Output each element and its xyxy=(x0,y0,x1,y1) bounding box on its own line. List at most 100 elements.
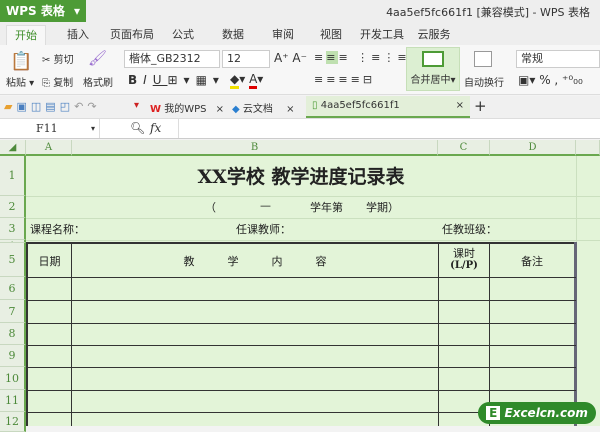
number-format-select[interactable]: 常规 xyxy=(516,50,600,68)
sheet-file-icon: ▯ xyxy=(312,100,318,111)
tab-formula[interactable]: 公式 xyxy=(168,25,198,45)
print-preview-icon[interactable]: ◫ xyxy=(31,100,45,113)
row-header[interactable]: 1 xyxy=(0,156,26,196)
doc-tab-my-wps[interactable]: W 我的WPS × xyxy=(150,100,224,115)
row-header[interactable]: 10 xyxy=(0,367,26,390)
watermark-logo: E Excelcn.com xyxy=(478,402,596,424)
close-icon[interactable]: × xyxy=(456,100,464,111)
fill-color-icon[interactable]: ◆▾ A▾ xyxy=(230,72,263,89)
header-lp: (L/P) xyxy=(450,260,478,271)
brush-icon: 🖌 xyxy=(88,49,108,67)
subtitle-open: （ xyxy=(205,201,216,214)
tab-review[interactable]: 审阅 xyxy=(268,25,298,45)
doc-tab-cloud[interactable]: ◆ 云文档 × xyxy=(232,100,294,115)
ribbon: 📋 粘贴 ▾ ✂ 剪切 ⎘ 复制 🖌 格式刷 楷体_GB2312 12 A⁺ A… xyxy=(0,45,600,95)
table-border xyxy=(26,323,576,324)
italic-icon[interactable]: I xyxy=(143,73,153,87)
zoom-icon[interactable]: 🔍︎ xyxy=(130,121,145,135)
row-header[interactable]: 2 xyxy=(0,196,26,218)
column-header-c[interactable]: C xyxy=(438,140,490,156)
doc-tab-label: 4aa5ef5fc661f1 xyxy=(320,100,400,111)
row-header[interactable]: 3 xyxy=(0,218,26,240)
select-all-corner[interactable]: ◢ xyxy=(0,140,26,156)
wrap-text-button[interactable]: 自动换行 xyxy=(464,74,504,89)
tab-home[interactable]: 开始 xyxy=(6,25,46,45)
undo-icon[interactable]: ↶ xyxy=(74,100,87,113)
format-painter-button[interactable]: 格式刷 xyxy=(83,74,113,89)
column-header-e[interactable] xyxy=(576,140,600,156)
table-border xyxy=(26,390,576,391)
subtitle-year: 学年第 xyxy=(310,201,343,214)
doc-tab-label: 我的WPS xyxy=(164,104,207,115)
number-format-value: 常规 xyxy=(521,52,543,65)
preview-icon[interactable]: ◰ xyxy=(60,100,74,113)
app-name: WPS 表格 xyxy=(6,4,65,18)
subtitle-dash: — xyxy=(260,199,271,212)
row-header[interactable]: 6 xyxy=(0,277,26,300)
percent-button[interactable]: % xyxy=(539,73,550,87)
excel-e-icon: E xyxy=(486,406,501,420)
row-header[interactable]: 11 xyxy=(0,390,26,412)
scissors-icon: ✂ xyxy=(42,55,51,66)
cut-button[interactable]: ✂ 剪切 xyxy=(42,51,74,66)
quick-access-icons[interactable]: ▰▣◫▤◰↶↷ xyxy=(4,100,101,113)
ribbon-tabs: 开始 插入 页面布局 公式 数据 审阅 视图 开发工具 云服务 xyxy=(0,22,600,45)
table-border xyxy=(574,242,577,426)
redo-icon[interactable]: ↷ xyxy=(87,100,100,113)
column-header-a[interactable]: A xyxy=(26,140,72,156)
tab-page-layout[interactable]: 页面布局 xyxy=(104,25,160,45)
paste-icon: 📋 xyxy=(10,51,33,72)
paste-button[interactable]: 粘贴 ▾ xyxy=(6,74,34,89)
row-header[interactable]: 7 xyxy=(0,300,26,323)
wps-menu-button[interactable]: WPS 表格 ▾ xyxy=(0,0,86,22)
table-border xyxy=(26,242,576,244)
font-select[interactable]: 楷体_GB2312 xyxy=(124,50,220,68)
class-label: 任教班级： xyxy=(442,223,497,236)
align-buttons[interactable]: ≡≡≡≡⊟ xyxy=(314,73,375,86)
customize-icon[interactable]: ▾ xyxy=(134,100,139,111)
table-border xyxy=(26,277,576,278)
tab-view[interactable]: 视图 xyxy=(316,25,346,45)
watermark-text: Excelcn.com xyxy=(504,406,588,420)
save-icon[interactable]: ▣ xyxy=(16,100,30,113)
copy-icon: ⎘ xyxy=(42,78,50,89)
quick-access-toolbar: ▰▣◫▤◰↶↷ ▾ W 我的WPS × ◆ 云文档 × ▯ 4aa5ef5fc6… xyxy=(0,96,600,118)
new-tab-button[interactable]: + xyxy=(474,97,487,115)
merge-icon xyxy=(422,51,444,67)
font-style-buttons[interactable]: BIU⊞▾▦▾ xyxy=(128,73,225,87)
open-icon[interactable]: ▰ xyxy=(4,100,16,113)
close-icon[interactable]: × xyxy=(286,104,294,115)
header-content: 教 学 内 容 xyxy=(183,255,327,268)
tab-developer[interactable]: 开发工具 xyxy=(360,25,404,45)
doc-tab-file[interactable]: ▯ 4aa5ef5fc661f1 × xyxy=(306,96,470,118)
merge-center-button[interactable]: 合并居中▾ xyxy=(406,47,460,91)
column-header-d[interactable]: D xyxy=(490,140,576,156)
row-header[interactable]: 12 xyxy=(0,412,26,432)
tab-data[interactable]: 数据 xyxy=(218,25,248,45)
course-name-label: 课程名称： xyxy=(30,223,85,236)
underline-icon[interactable]: U xyxy=(153,73,168,87)
copy-button[interactable]: ⎘ 复制 xyxy=(42,74,73,89)
tab-insert[interactable]: 插入 xyxy=(60,25,96,45)
print-icon[interactable]: ▤ xyxy=(45,100,59,113)
copy-label: 复制 xyxy=(53,78,74,89)
fx-button[interactable]: fx xyxy=(150,121,161,135)
spreadsheet-grid[interactable]: ◢ A B C D 1 2 3 4 5 6 7 8 9 10 11 12 XX学… xyxy=(0,140,600,432)
close-icon[interactable]: × xyxy=(216,104,224,115)
table-border xyxy=(26,367,576,368)
valign-buttons[interactable]: ≡≡≡ ⋮≡⋮≡ xyxy=(314,51,410,64)
tab-cloud[interactable]: 云服务 xyxy=(416,25,452,45)
column-header-b[interactable]: B xyxy=(72,140,438,156)
row-header[interactable]: 8 xyxy=(0,323,26,345)
number-buttons[interactable]: ▣▾ % , ⁺⁰₀₀ xyxy=(518,73,583,87)
formula-input[interactable] xyxy=(178,119,600,138)
cell-ref: F11 xyxy=(36,122,58,135)
name-box[interactable]: F11 ▾ xyxy=(0,119,100,138)
row-header[interactable]: 5 xyxy=(0,243,26,277)
row-header[interactable]: 9 xyxy=(0,345,26,367)
font-size-select[interactable]: 12 xyxy=(222,50,270,68)
grow-font-icon[interactable]: A⁺ A⁻ xyxy=(274,51,307,65)
header-note: 备注 xyxy=(521,255,543,268)
table-border xyxy=(26,300,576,301)
bold-icon[interactable]: B xyxy=(128,73,143,87)
